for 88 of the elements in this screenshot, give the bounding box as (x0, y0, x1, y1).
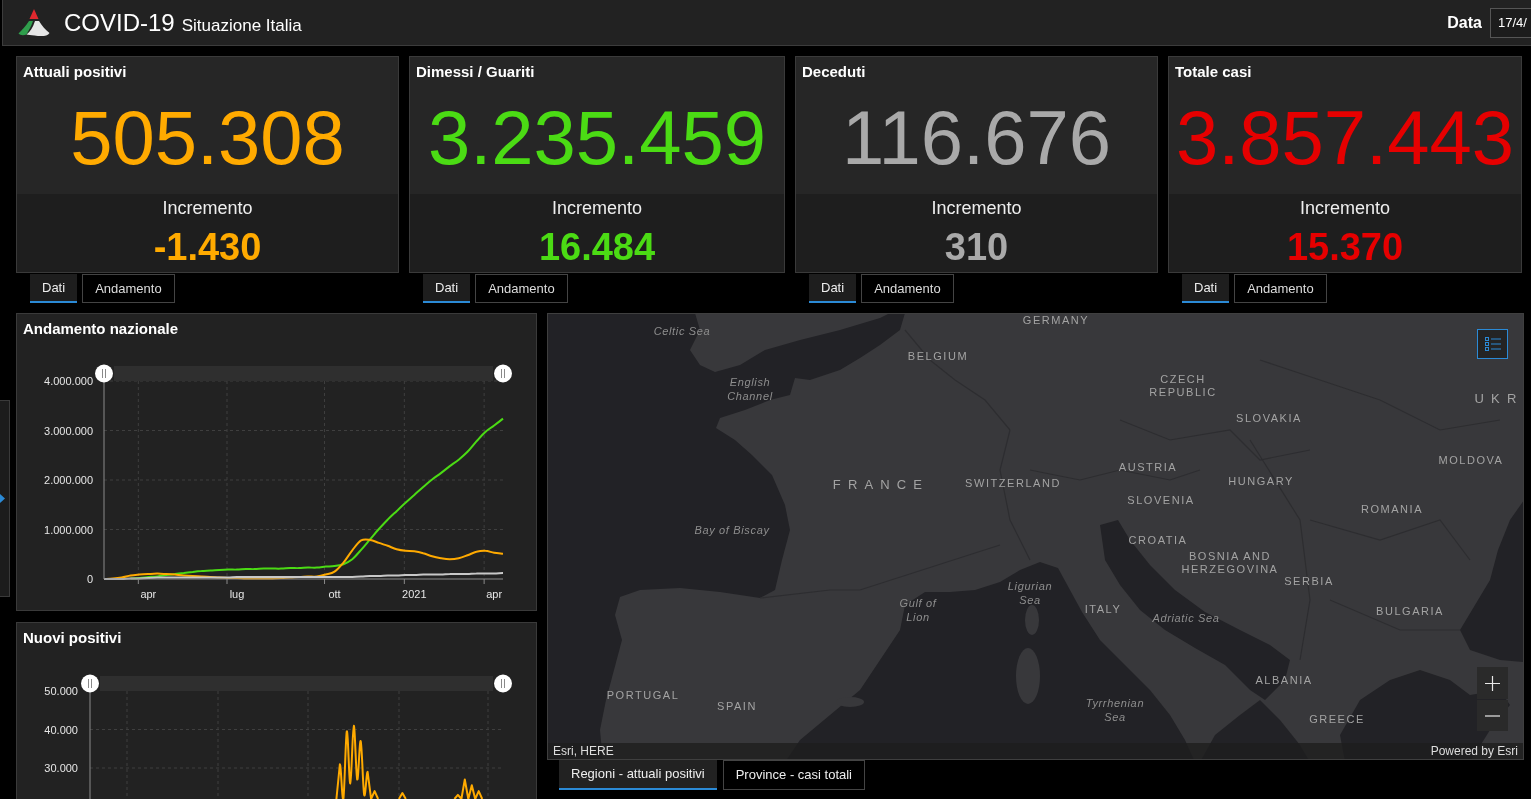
increment-label: Incremento (1299, 197, 1390, 219)
increment-value: 15.370 (1286, 228, 1404, 266)
map-label: CZECH REPUBLIC (1148, 373, 1218, 399)
stat-value: 3.857.443 (1175, 100, 1515, 176)
map-label: GERMANY (1022, 314, 1090, 327)
axis-label: 30.000 (44, 762, 78, 774)
map-label: SPAIN (717, 699, 757, 713)
tab[interactable]: Andamento (861, 274, 954, 303)
increment-value: -1.430 (153, 228, 262, 266)
increment-value: 310 (944, 228, 1009, 266)
increment-label: Incremento (551, 197, 642, 219)
axis-label: lug (229, 588, 245, 600)
card-title: Attuali positivi (23, 63, 127, 80)
map-label: BELGIUM (907, 349, 969, 363)
axis-label: ott (328, 588, 341, 600)
stat-value: 3.235.459 (427, 100, 767, 176)
stat-value: 505.308 (70, 100, 345, 176)
map-attribution: Esri, HERE (553, 745, 614, 757)
increment-label: Incremento (931, 197, 1022, 219)
map-label: CROATIA (1128, 533, 1188, 547)
map-label: HUNGARY (1228, 474, 1294, 488)
date-field[interactable]: 17/4/ (1490, 7, 1531, 38)
stat-value: 116.676 (841, 100, 1112, 176)
minus-icon (1485, 714, 1500, 717)
tab[interactable]: Regioni - attuali positivi (559, 760, 717, 790)
map-label: AUSTRIA (1118, 460, 1178, 474)
map-label: Bay of Biscay (694, 523, 770, 537)
map-label: MOLDOVA (1438, 453, 1504, 467)
map-label: FRANCE (832, 476, 930, 492)
axis-label: apr (140, 588, 157, 600)
card-title: Totale casi (1175, 63, 1252, 80)
tab[interactable]: Andamento (475, 274, 568, 303)
app-subtitle: Situazione Italia (181, 15, 302, 36)
logo-icon (17, 7, 51, 38)
map-label: ITALY (1084, 602, 1122, 616)
tab[interactable]: Andamento (1234, 274, 1327, 303)
axis-label: 1.000.000 (44, 523, 93, 536)
map-label: SLOVENIA (1127, 493, 1195, 507)
axis-label: 50.000 (44, 685, 78, 697)
map-label: PORTUGAL (606, 688, 680, 702)
zoom-in-button[interactable] (1477, 667, 1508, 699)
tab[interactable]: Dati (30, 274, 78, 303)
legend-button[interactable] (1477, 329, 1508, 359)
axis-label: 4.000.000 (44, 375, 93, 387)
map-label: Adriatic Sea (1152, 611, 1220, 625)
list-icon (1484, 337, 1501, 351)
map-label: BULGARIA (1376, 604, 1444, 618)
map-label: SWITZERLAND (965, 476, 1061, 490)
chart-title: Andamento nazionale (23, 320, 179, 337)
axis-label: 40.000 (44, 723, 78, 736)
caret-icon (0, 494, 5, 503)
slider-handle[interactable] (95, 364, 113, 383)
card-title: Dimessi / Guariti (416, 63, 535, 80)
map-label: SLOVAKIA (1236, 411, 1302, 425)
increment-value: 16.484 (538, 228, 656, 266)
slider-handle[interactable] (494, 364, 512, 383)
map-label: ALBANIA (1255, 673, 1313, 687)
card-title: Deceduti (802, 63, 866, 80)
map-label: Gulf of Lion (898, 596, 938, 624)
map-label: SERBIA (1284, 574, 1334, 588)
axis-label: 0 (86, 573, 93, 585)
slider-handle[interactable] (81, 674, 99, 693)
map-attribution: Powered by Esri (1430, 745, 1518, 757)
axis-label: apr (486, 588, 503, 600)
axis-label: 3.000.000 (44, 424, 93, 437)
tab[interactable]: Dati (809, 274, 857, 303)
slider-handle[interactable] (494, 674, 512, 693)
date-label: Data (1447, 12, 1482, 33)
map-label: ROMANIA (1360, 502, 1424, 516)
map-label: Celtic Sea (653, 324, 711, 338)
map-label: Tyrrhenian Sea (1084, 696, 1146, 724)
side-panel-toggle[interactable] (0, 400, 10, 597)
chart-title: Nuovi positivi (23, 629, 122, 646)
tab[interactable]: Andamento (82, 274, 175, 303)
increment-label: Incremento (162, 197, 253, 219)
tab[interactable]: Province - casi totali (722, 760, 865, 790)
app-title: COVID-19 (64, 8, 175, 37)
map-label: UKR (1474, 390, 1523, 406)
tab[interactable]: Dati (1182, 274, 1230, 303)
plus-icon (1485, 675, 1500, 691)
axis-label: 2.000.000 (44, 474, 93, 486)
map-label: BOSNIA AND HERZEGOVINA (1180, 550, 1280, 576)
zoom-out-button[interactable] (1477, 700, 1508, 731)
map-label: Ligurian Sea (1006, 579, 1054, 607)
tab[interactable]: Dati (423, 274, 471, 303)
map-label: English Channel (726, 375, 774, 403)
axis-label: 2021 (402, 588, 427, 600)
map-label: GREECE (1309, 712, 1365, 726)
